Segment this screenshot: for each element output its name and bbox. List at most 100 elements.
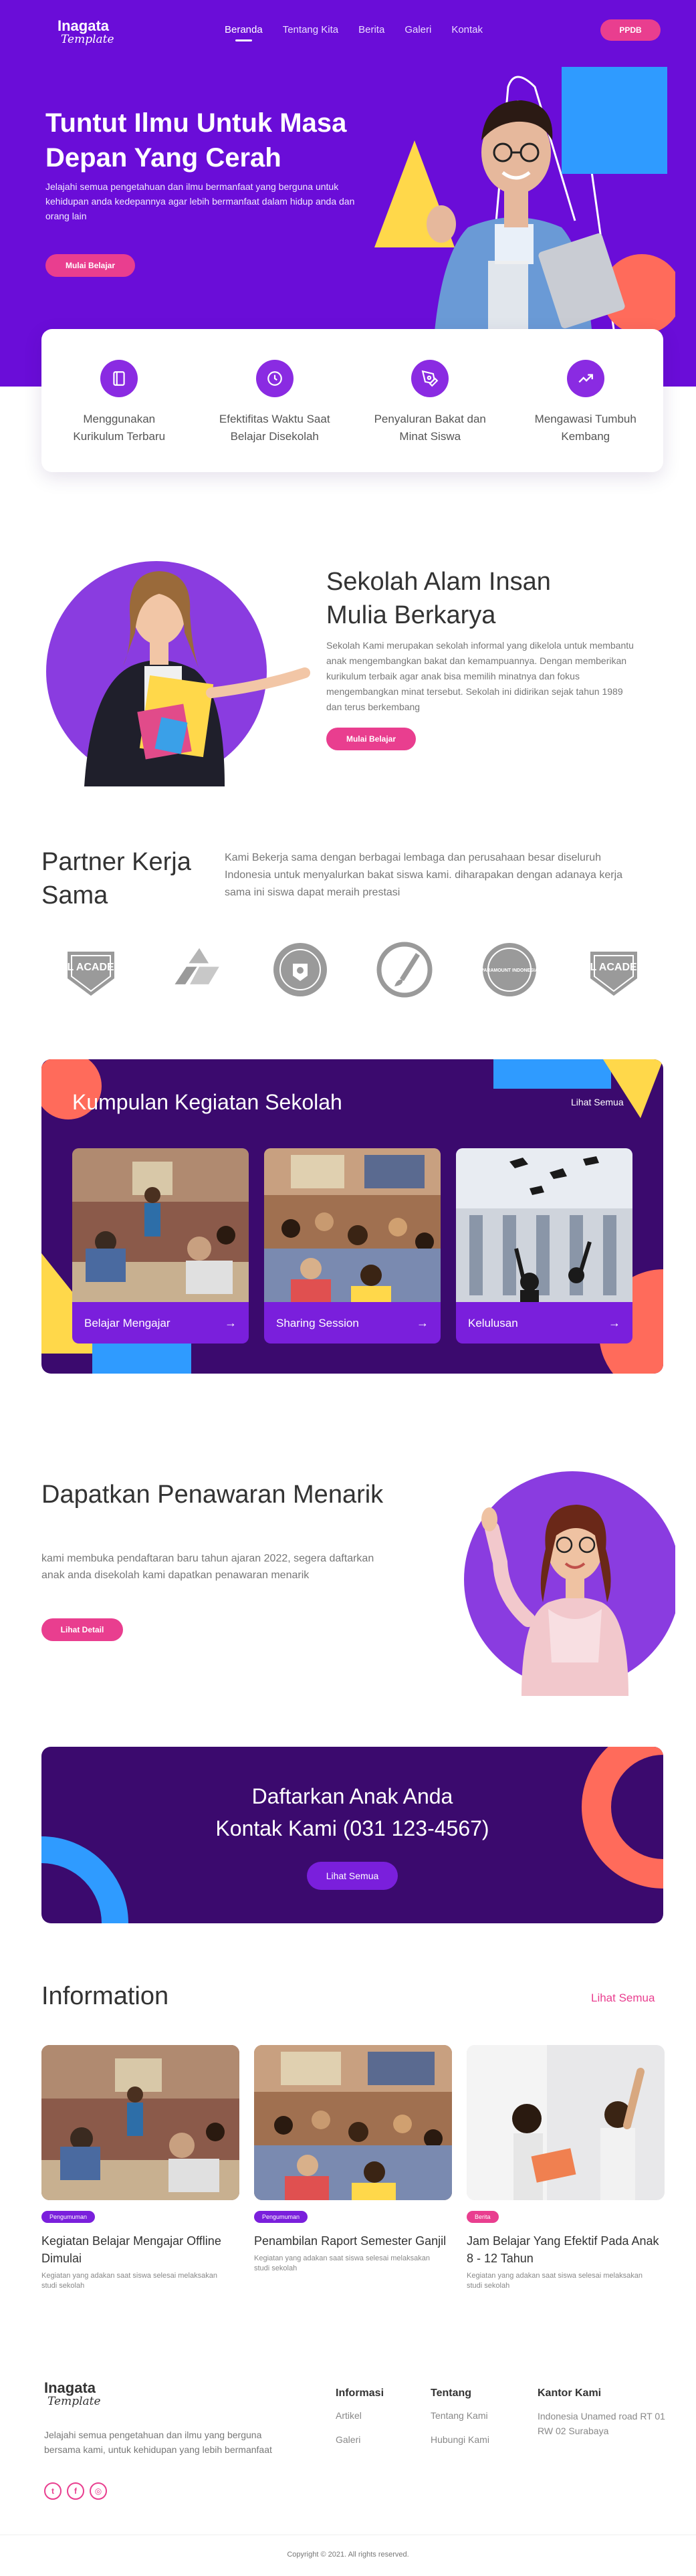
footer-column-title: Tentang bbox=[431, 2387, 472, 2399]
activities-see-all-link[interactable]: Lihat Semua bbox=[571, 1097, 624, 1107]
activity-card-sharing[interactable]: Sharing Session → bbox=[264, 1148, 441, 1344]
feature-talent: Penyaluran Bakat dan Minat Siswa bbox=[352, 360, 508, 472]
arrow-right-icon: → bbox=[608, 1316, 620, 1329]
news-photo bbox=[41, 2045, 239, 2200]
news-photo bbox=[467, 2045, 665, 2200]
news-title[interactable]: Kegiatan Belajar Mengajar Offline Dimula… bbox=[41, 2232, 239, 2267]
office-address: Indonesia Unamed road RT 01 RW 02 Suraba… bbox=[538, 2411, 665, 2436]
banner-title: Daftarkan Anak Anda Kontak Kami (031 123… bbox=[41, 1780, 663, 1844]
dbl-text: DBL ACADEMY bbox=[61, 962, 121, 973]
trending-up-icon bbox=[566, 360, 604, 397]
nav-item-galeri[interactable]: Galeri bbox=[404, 24, 431, 35]
partner-logo-paramount[interactable]: PARAMOUNT INDONESIA bbox=[477, 938, 542, 1002]
footer-link-hubungi-kami[interactable]: Hubungi Kami bbox=[431, 2433, 489, 2446]
footer-link-galeri[interactable]: Galeri bbox=[336, 2433, 384, 2446]
information-see-all-link[interactable]: Lihat Semua bbox=[591, 1992, 655, 2005]
feature-growth: Mengawasi Tumbuh Kembang bbox=[508, 360, 664, 472]
feature-label: Menggunakan Kurikulum Terbaru bbox=[73, 413, 166, 443]
feature-curriculum: Menggunakan Kurikulum Terbaru bbox=[41, 360, 197, 472]
hero-title: Tuntut Ilmu Untuk Masa Depan Yang Cerah bbox=[45, 108, 347, 173]
partner-logo-pertamina[interactable] bbox=[163, 938, 227, 1002]
news-photo bbox=[254, 2045, 452, 2200]
activity-label: Kelulusan bbox=[468, 1317, 518, 1329]
classroom-photo bbox=[72, 1148, 249, 1302]
news-card[interactable]: Berita Jam Belajar Yang Efektif Pada Ana… bbox=[467, 2045, 665, 2291]
news-excerpt: Kegiatan yang adakan saat siswa selesai … bbox=[41, 2272, 217, 2290]
footer-column-title: Informasi bbox=[336, 2387, 384, 2399]
nav-item-berita[interactable]: Berita bbox=[358, 24, 384, 35]
footer-logo[interactable]: Inagata Template bbox=[44, 2381, 101, 2407]
book-icon bbox=[100, 360, 138, 397]
category-badge: Pengumuman bbox=[41, 2211, 96, 2223]
ppdb-button[interactable]: PPDB bbox=[600, 19, 661, 41]
partner-logo-brush[interactable] bbox=[372, 938, 437, 1002]
feature-time: Efektifitas Waktu Saat Belajar Disekolah bbox=[197, 360, 353, 472]
partners-title: Partner Kerja Sama bbox=[41, 848, 191, 909]
graduation-photo bbox=[456, 1148, 632, 1302]
partner-logo-dbl[interactable]: DBL ACADEMY bbox=[59, 938, 123, 1002]
about-start-button[interactable]: Mulai Belajar bbox=[326, 728, 416, 750]
woman-pointing-illustration bbox=[464, 1471, 675, 1696]
offer-detail-button[interactable]: Lihat Detail bbox=[41, 1618, 123, 1641]
activities-section: Kumpulan Kegiatan Sekolah Lihat Semua Be… bbox=[41, 1059, 663, 1374]
offer-description: kami membuka pendaftaran baru tahun ajar… bbox=[41, 1553, 374, 1581]
footer-link-tentang-kami[interactable]: Tentang Kami bbox=[431, 2409, 489, 2422]
feature-label: Mengawasi Tumbuh Kembang bbox=[534, 413, 636, 443]
news-excerpt: Kegiatan yang adakan saat siswa selesai … bbox=[467, 2272, 643, 2290]
partner-logo-emblem[interactable] bbox=[268, 938, 332, 1002]
partners-description: Kami Bekerja sama dengan berbagai lembag… bbox=[225, 852, 623, 898]
facebook-icon[interactable]: f bbox=[67, 2482, 84, 2500]
footer-column-title: Kantor Kami bbox=[538, 2387, 602, 2399]
start-learning-button[interactable]: Mulai Belajar bbox=[45, 254, 135, 277]
partner-logo-dbl-2[interactable]: DBL ACADEMY bbox=[582, 938, 646, 1002]
nav-item-tentang-kita[interactable]: Tentang Kita bbox=[283, 24, 338, 35]
footer-link-artikel[interactable]: Artikel bbox=[336, 2409, 384, 2422]
news-title[interactable]: Jam Belajar Yang Efektif Pada Anak 8 - 1… bbox=[467, 2232, 665, 2267]
footer-column-kantor: Kantor Kami Indonesia Unamed road RT 01 … bbox=[538, 2387, 671, 2438]
about-title: Sekolah Alam Insan Mulia Berkarya bbox=[326, 568, 551, 629]
dbl-text: DBL ACADEMY bbox=[584, 962, 644, 973]
contact-banner: Daftarkan Anak Anda Kontak Kami (031 123… bbox=[41, 1747, 663, 1923]
clock-icon bbox=[255, 360, 294, 397]
activity-card-teaching[interactable]: Belajar Mengajar → bbox=[72, 1148, 249, 1344]
news-title[interactable]: Penambilan Raport Semester Ganjil bbox=[254, 2232, 452, 2250]
student-girl-illustration bbox=[46, 561, 310, 786]
news-card[interactable]: Pengumuman Kegiatan Belajar Mengajar Off… bbox=[41, 2045, 239, 2291]
logo-tagline: Template bbox=[47, 2395, 101, 2408]
activity-label: Sharing Session bbox=[276, 1317, 359, 1329]
banner-line-1: Daftarkan Anak Anda bbox=[251, 1784, 453, 1808]
main-nav: Beranda Tentang Kita Berita Galeri Konta… bbox=[225, 24, 483, 41]
nav-item-beranda[interactable]: Beranda bbox=[225, 24, 263, 41]
footer-description: Jelajahi semua pengetahuan dan ilmu yang… bbox=[44, 2430, 272, 2455]
category-badge: Pengumuman bbox=[254, 2211, 308, 2223]
feature-label: Penyaluran Bakat dan Minat Siswa bbox=[374, 413, 486, 443]
news-card[interactable]: Pengumuman Penambilan Raport Semester Ga… bbox=[254, 2045, 452, 2274]
activities-title: Kumpulan Kegiatan Sekolah bbox=[72, 1090, 342, 1114]
twitter-icon[interactable]: t bbox=[44, 2482, 62, 2500]
copyright: Copyright © 2021. All rights reserved. bbox=[287, 2551, 409, 2559]
partner-logos: DBL ACADEMY PARAMOUNT INDONESIA DBL ACAD… bbox=[41, 936, 663, 1003]
footer-column-tentang: Tentang Tentang Kami Hubungi Kami bbox=[431, 2387, 489, 2457]
instagram-icon[interactable]: ◎ bbox=[90, 2482, 107, 2500]
category-badge: Berita bbox=[467, 2211, 499, 2223]
activity-label: Belajar Mengajar bbox=[84, 1317, 170, 1329]
logo-name: Inagata bbox=[44, 2379, 96, 2396]
social-links: t f ◎ bbox=[44, 2482, 107, 2500]
pen-tool-icon bbox=[411, 360, 449, 397]
logo[interactable]: Inagata Template bbox=[57, 19, 114, 45]
offer-title: Dapatkan Penawaran Menarik bbox=[41, 1481, 384, 1509]
sharing-session-photo bbox=[264, 1148, 441, 1302]
logo-tagline: Template bbox=[61, 33, 114, 46]
arrow-right-icon: → bbox=[225, 1316, 237, 1329]
hero-description: Jelajahi semua pengetahuan dan ilmu berm… bbox=[45, 181, 355, 221]
arrow-right-icon: → bbox=[417, 1316, 429, 1329]
banner-see-all-button[interactable]: Lihat Semua bbox=[307, 1862, 398, 1890]
activity-card-graduation[interactable]: Kelulusan → bbox=[456, 1148, 632, 1344]
paramount-text: PARAMOUNT INDONESIA bbox=[481, 968, 538, 973]
feature-label: Efektifitas Waktu Saat Belajar Disekolah bbox=[219, 413, 330, 443]
about-description: Sekolah Kami merupakan sekolah informal … bbox=[326, 640, 634, 712]
information-title: Information bbox=[41, 1982, 169, 2010]
logo-name: Inagata bbox=[57, 17, 110, 34]
nav-item-kontak[interactable]: Kontak bbox=[451, 24, 483, 35]
banner-line-2: Kontak Kami (031 123-4567) bbox=[215, 1816, 489, 1840]
